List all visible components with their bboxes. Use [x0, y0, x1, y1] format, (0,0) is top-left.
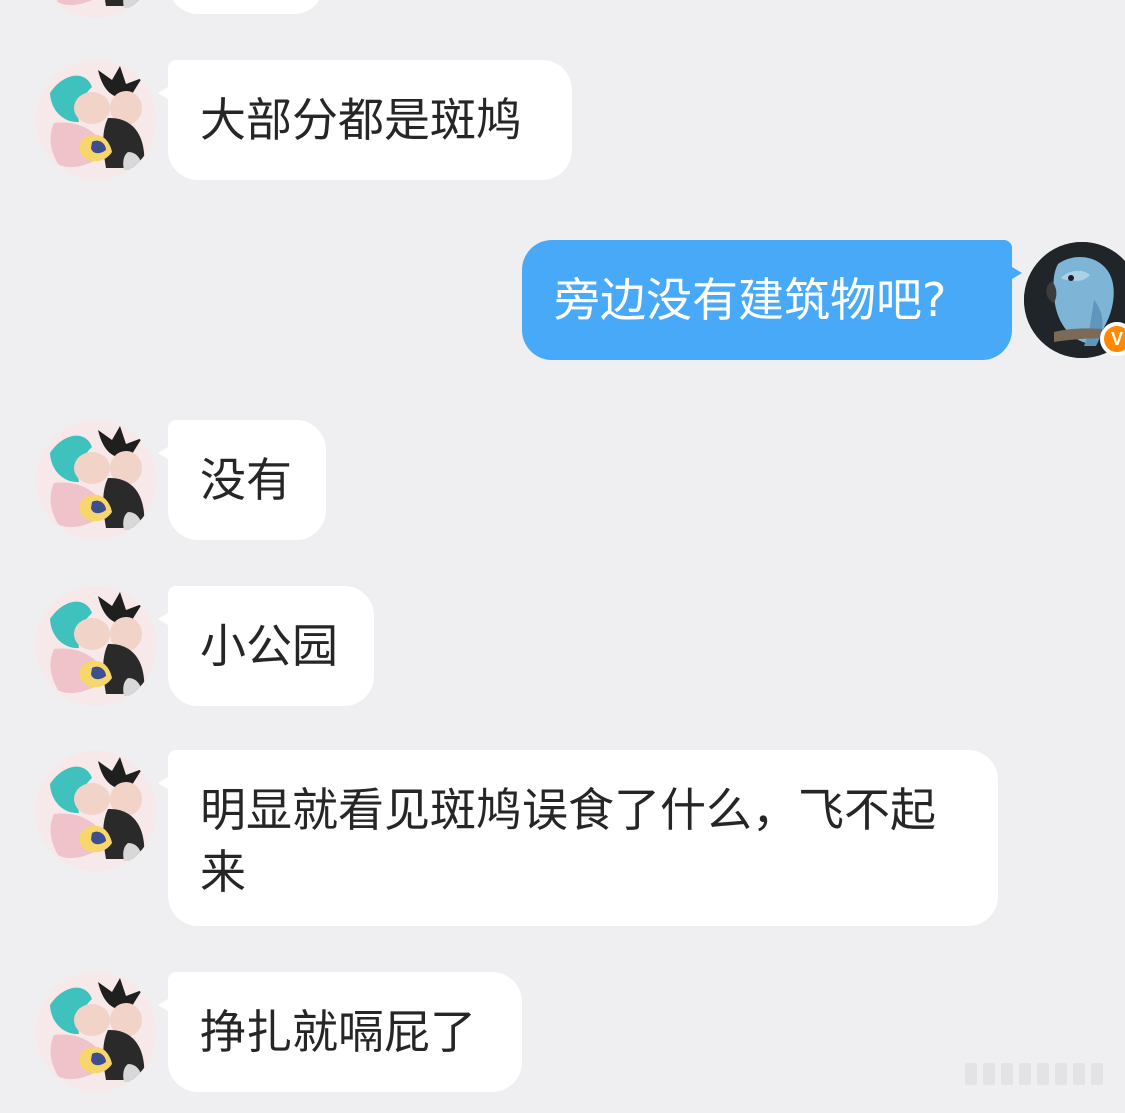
message-bubble-6: 明显就看见斑鸠误食了什么，飞不起来 [168, 750, 998, 926]
watermark-bar [1073, 1063, 1085, 1085]
cartoon-family-avatar-icon [36, 972, 156, 1092]
watermark-bar [1037, 1063, 1049, 1085]
watermark-bars [965, 1063, 1115, 1085]
message-bubble-4: 没有 [168, 420, 326, 540]
message-bubble-2: 大部分都是斑鸠 [168, 60, 572, 180]
message-bubble-3: 旁边没有建筑物吧? [522, 240, 1012, 360]
user-avatar-left[interactable] [36, 60, 156, 180]
cartoon-family-avatar-icon [36, 60, 156, 180]
message-text-4: 没有 [200, 453, 292, 507]
message-text-6: 明显就看见斑鸠误食了什么，飞不起来 [200, 783, 936, 899]
watermark-bar [1091, 1063, 1103, 1085]
message-text-5: 小公园 [200, 619, 338, 673]
user-avatar-left[interactable] [36, 586, 156, 706]
user-avatar-left[interactable] [36, 751, 156, 871]
watermark-bar [1055, 1063, 1067, 1085]
watermark-bar [983, 1063, 995, 1085]
watermark-bar [1001, 1063, 1013, 1085]
cartoon-family-avatar-icon [36, 0, 156, 18]
message-bubble-7: 挣扎就嗝屁了 [168, 972, 522, 1092]
user-avatar-left[interactable] [36, 420, 156, 540]
cartoon-family-avatar-icon [36, 751, 156, 871]
cartoon-family-avatar-icon [36, 420, 156, 540]
user-avatar-left[interactable] [36, 0, 156, 18]
message-text-3: 旁边没有建筑物吧? [554, 273, 947, 327]
cartoon-family-avatar-icon [36, 586, 156, 706]
message-bubble-1 [168, 0, 324, 14]
message-bubble-5: 小公园 [168, 586, 374, 706]
watermark-bar [1019, 1063, 1031, 1085]
message-text-2: 大部分都是斑鸠 [200, 93, 522, 147]
user-avatar-left[interactable] [36, 972, 156, 1092]
message-text-7: 挣扎就嗝屁了 [200, 1005, 476, 1059]
watermark-bar [965, 1063, 977, 1085]
